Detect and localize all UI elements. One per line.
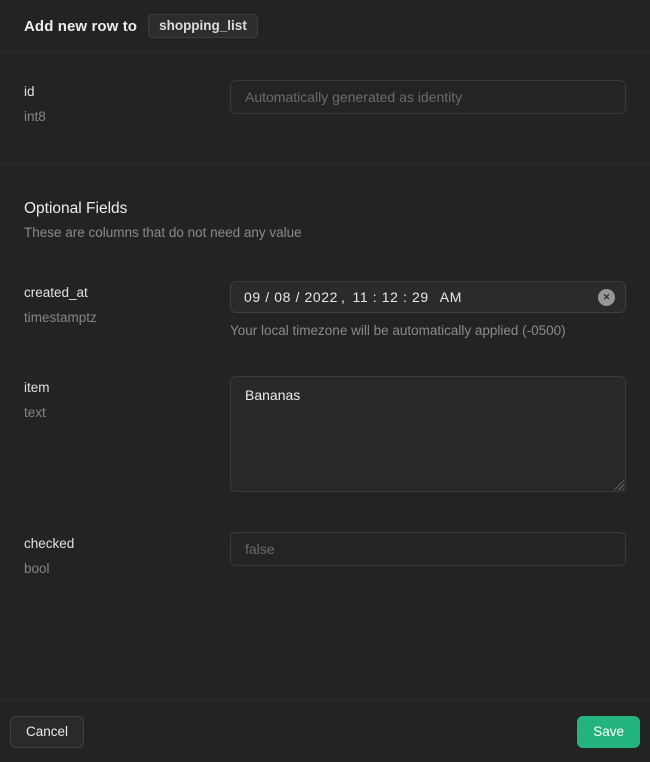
field-row-item: item text Bananas	[24, 376, 626, 492]
field-type-item: text	[24, 405, 230, 420]
panel-footer: Cancel Save	[0, 700, 650, 762]
required-fields-section: id int8	[0, 53, 650, 164]
created-at-helper-text: Your local timezone will be automaticall…	[230, 323, 626, 338]
field-meta-item: item text	[24, 376, 230, 420]
field-control-created-at: 09 / 08 / 2022 , 11 : 12 : 29 AM ✕ Your …	[230, 281, 626, 338]
field-row-created-at: created_at timestamptz 09 / 08 / 2022 , …	[24, 281, 626, 338]
datetime-meridiem-segment[interactable]: AM	[440, 289, 462, 305]
panel-header: Add new row to shopping_list	[0, 0, 650, 53]
checked-input[interactable]	[230, 532, 626, 566]
panel-body: id int8 Optional Fields These are column…	[0, 53, 650, 700]
field-row-checked: checked bool	[24, 532, 626, 576]
field-label-item: item	[24, 380, 230, 395]
save-button[interactable]: Save	[577, 716, 640, 748]
field-control-item: Bananas	[230, 376, 626, 492]
optional-fields-title: Optional Fields	[24, 200, 626, 218]
panel-title: Add new row to	[24, 18, 137, 35]
datetime-time-segment[interactable]: 11 : 12 : 29	[353, 289, 429, 305]
optional-fields-description: These are columns that do not need any v…	[24, 225, 626, 240]
field-type-checked: bool	[24, 561, 230, 576]
field-control-checked	[230, 532, 626, 566]
created-at-datetime-input[interactable]: 09 / 08 / 2022 , 11 : 12 : 29 AM ✕	[230, 281, 626, 313]
field-label-created-at: created_at	[24, 285, 230, 300]
datetime-date-segment[interactable]: 09 / 08 / 2022	[244, 289, 338, 305]
clear-datetime-icon[interactable]: ✕	[598, 289, 615, 306]
field-meta-created-at: created_at timestamptz	[24, 281, 230, 325]
datetime-separator: ,	[341, 289, 346, 305]
item-textarea[interactable]: Bananas	[230, 376, 626, 492]
field-label-id: id	[24, 84, 230, 99]
optional-fields-section: Optional Fields These are columns that d…	[0, 165, 650, 576]
add-row-panel: Add new row to shopping_list id int8 Opt…	[0, 0, 650, 762]
field-type-created-at: timestamptz	[24, 310, 230, 325]
field-meta-id: id int8	[24, 80, 230, 124]
id-input[interactable]	[230, 80, 626, 114]
field-type-id: int8	[24, 109, 230, 124]
field-row-id: id int8	[24, 80, 626, 124]
field-meta-checked: checked bool	[24, 532, 230, 576]
field-control-id	[230, 80, 626, 114]
field-label-checked: checked	[24, 536, 230, 551]
cancel-button[interactable]: Cancel	[10, 716, 84, 748]
table-name-badge: shopping_list	[148, 14, 258, 38]
